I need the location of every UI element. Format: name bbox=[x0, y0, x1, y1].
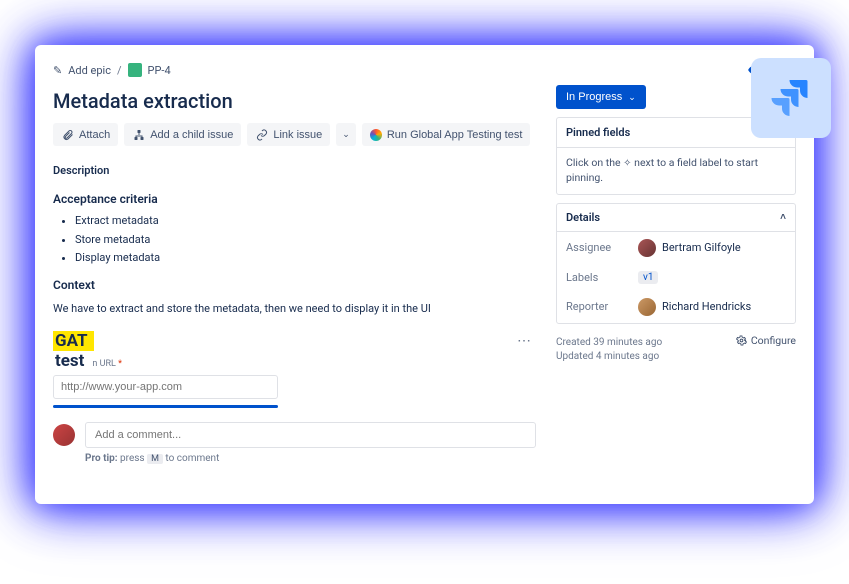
paperclip-icon bbox=[61, 128, 74, 141]
gat-icon bbox=[370, 129, 382, 141]
pencil-icon: ✎ bbox=[53, 64, 62, 77]
current-user-avatar bbox=[53, 424, 75, 446]
acceptance-criteria-heading: Acceptance criteria bbox=[53, 192, 536, 206]
created-timestamp: Created 39 minutes ago bbox=[556, 337, 662, 348]
context-heading: Context bbox=[53, 278, 536, 292]
pin-icon: ✧ bbox=[623, 158, 631, 169]
details-panel: Details ˄ Assignee Bertram Gilfoyle Labe… bbox=[556, 203, 796, 324]
link-icon bbox=[255, 128, 268, 141]
issue-title[interactable]: Metadata extraction bbox=[53, 89, 536, 113]
url-field-label: n URL * bbox=[92, 359, 122, 369]
list-item: Extract metadata bbox=[75, 212, 536, 231]
acceptance-criteria-list: Extract metadata Store metadata Display … bbox=[53, 212, 536, 268]
add-child-issue-button[interactable]: Add a child issue bbox=[124, 123, 241, 146]
gat-badge-line1: GAT bbox=[53, 331, 94, 351]
chevron-up-icon: ˄ bbox=[780, 212, 786, 223]
updated-timestamp: Updated 4 minutes ago bbox=[556, 351, 662, 362]
issue-key[interactable]: PP-4 bbox=[148, 64, 171, 77]
configure-button[interactable]: Configure bbox=[736, 334, 796, 347]
jira-icon bbox=[767, 74, 815, 122]
breadcrumb-sep: / bbox=[117, 64, 122, 77]
list-item: Store metadata bbox=[75, 231, 536, 250]
pinned-fields-hint: Click on the ✧ next to a field label to … bbox=[557, 148, 795, 194]
assignee-field[interactable]: Assignee Bertram Gilfoyle bbox=[557, 232, 795, 264]
chevron-down-icon: ⌄ bbox=[342, 129, 350, 140]
details-panel-header[interactable]: Details ˄ bbox=[557, 204, 795, 232]
add-epic-link[interactable]: Add epic bbox=[68, 64, 111, 77]
reporter-field[interactable]: Reporter Richard Hendricks bbox=[557, 291, 795, 323]
assignee-avatar bbox=[638, 239, 656, 257]
comment-protip: Pro tip: press M to comment bbox=[85, 453, 536, 464]
attach-button[interactable]: Attach bbox=[53, 123, 118, 146]
labels-field[interactable]: Labels v1 bbox=[557, 264, 795, 291]
breadcrumb: ✎ Add epic / PP-4 bbox=[53, 63, 171, 77]
jira-badge bbox=[751, 58, 831, 138]
gat-badge-line2: test bbox=[53, 351, 90, 371]
description-heading: Description bbox=[53, 164, 536, 177]
issue-type-icon bbox=[128, 63, 142, 77]
status-dropdown[interactable]: In Progress ⌄ bbox=[556, 85, 646, 109]
comment-input[interactable] bbox=[85, 422, 536, 448]
progress-bar bbox=[53, 405, 278, 408]
label-chip[interactable]: v1 bbox=[638, 271, 658, 284]
reporter-avatar bbox=[638, 298, 656, 316]
pinned-fields-heading: Pinned fields bbox=[566, 126, 630, 139]
context-body: We have to extract and store the metadat… bbox=[53, 302, 536, 315]
child-issue-icon bbox=[132, 128, 145, 141]
link-issue-dropdown[interactable]: ⌄ bbox=[336, 123, 356, 146]
more-icon[interactable]: ⋯ bbox=[517, 333, 532, 349]
gat-test-form: ⋯ GAT test n URL * bbox=[53, 331, 536, 408]
list-item: Display metadata bbox=[75, 249, 536, 268]
gear-icon bbox=[736, 335, 747, 346]
link-issue-button[interactable]: Link issue bbox=[247, 123, 330, 146]
run-gat-test-button[interactable]: Run Global App Testing test bbox=[362, 123, 531, 146]
url-input[interactable] bbox=[53, 375, 278, 399]
chevron-down-icon: ⌄ bbox=[628, 92, 636, 103]
